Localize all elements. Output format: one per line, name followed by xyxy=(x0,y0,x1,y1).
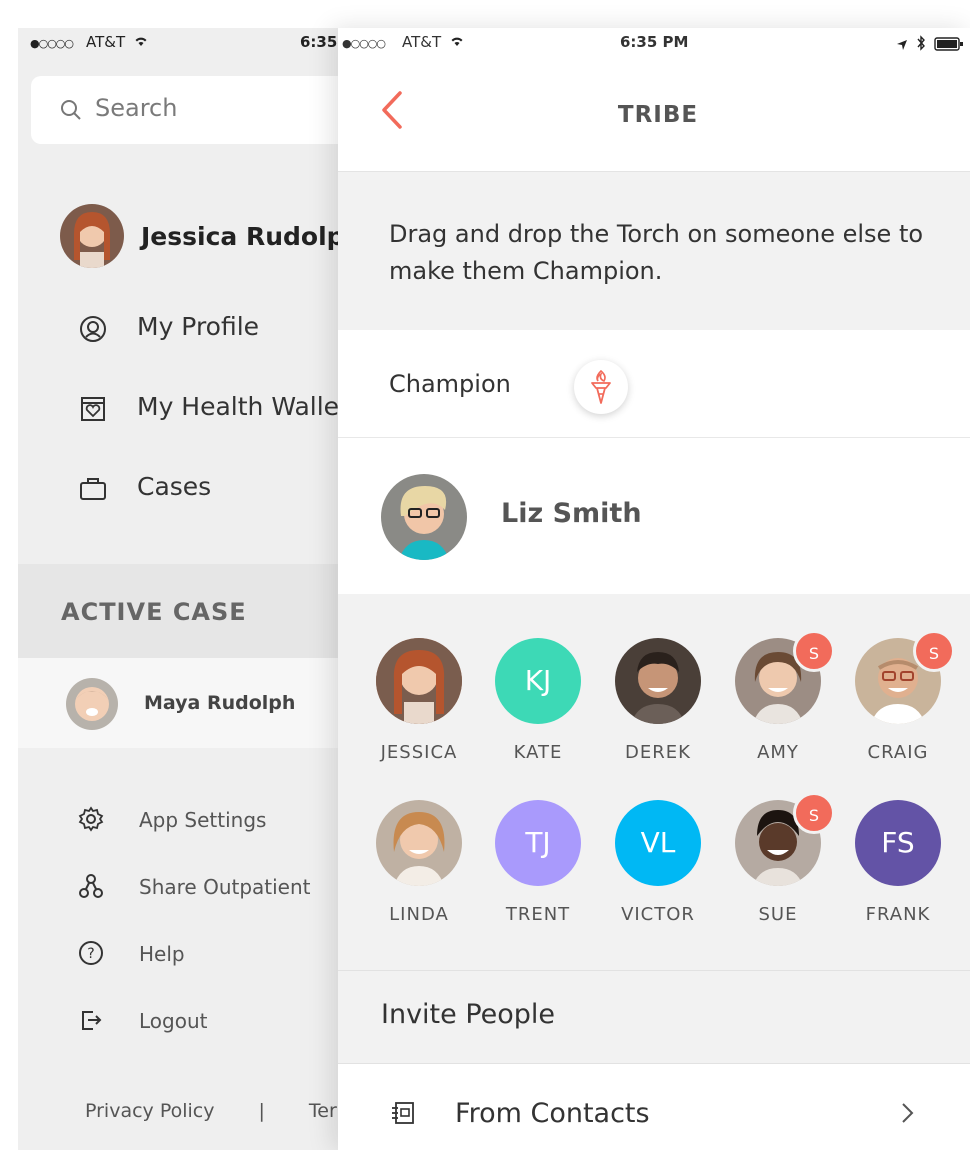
member-name: TRENT xyxy=(505,904,571,925)
user-circle-icon xyxy=(80,316,106,342)
briefcase-icon xyxy=(80,478,106,500)
member-name: DEREK xyxy=(625,742,691,763)
gear-icon xyxy=(78,806,104,832)
torch-handle[interactable] xyxy=(574,360,628,414)
menu-item-my-profile[interactable]: My Profile xyxy=(18,308,348,348)
member-linda[interactable]: LINDA xyxy=(364,800,474,940)
location-arrow-icon xyxy=(896,40,907,50)
avatar-initials: KJ xyxy=(495,638,581,724)
status-bar: ●○○○○ AT&T 6:35 PM xyxy=(338,28,970,60)
tribe-panel: ●○○○○ AT&T 6:35 PM TRIBE Drag and drop t… xyxy=(338,28,970,1150)
member-kate[interactable]: KJ KATE xyxy=(483,638,593,778)
page-title: TRIBE xyxy=(617,102,699,128)
menu-item-label: Cases xyxy=(137,472,212,501)
help-icon: ? xyxy=(79,941,103,965)
chevron-right-icon xyxy=(902,1103,914,1123)
member-name: LINDA xyxy=(389,904,449,925)
champion-header: Champion xyxy=(338,330,970,438)
torch-icon xyxy=(591,370,611,404)
member-derek[interactable]: DEREK xyxy=(603,638,713,778)
wallet-icon xyxy=(81,397,105,421)
avatar xyxy=(66,678,118,730)
logout-item[interactable]: Logout xyxy=(18,1001,348,1041)
avatar xyxy=(615,638,701,724)
member-name: KATE xyxy=(513,742,563,763)
status-bar: ●○○○○ AT&T 6:35 xyxy=(18,28,348,60)
member-name: AMY xyxy=(757,742,799,763)
menu-item-health-wallet[interactable]: My Health Wallet xyxy=(18,388,348,428)
sub-item-label: App Settings xyxy=(139,808,267,832)
invite-people-heading: Invite People xyxy=(338,970,970,1064)
wifi-icon xyxy=(135,37,147,46)
avatar xyxy=(381,474,467,560)
active-case-item[interactable]: Maya Rudolph xyxy=(18,658,348,748)
status-time: 6:35 PM xyxy=(620,33,689,51)
avatar xyxy=(376,638,462,724)
status-badge: S xyxy=(793,792,835,834)
member-sue[interactable]: S SUE xyxy=(723,792,835,940)
from-contacts-label: From Contacts xyxy=(455,1098,650,1129)
app-settings-item[interactable]: App Settings xyxy=(18,800,348,840)
bluetooth-icon xyxy=(917,35,925,51)
sub-item-label: Help xyxy=(139,942,185,966)
from-contacts-row[interactable]: From Contacts xyxy=(338,1064,970,1150)
wifi-icon xyxy=(451,37,463,46)
privacy-policy-link[interactable]: Privacy Policy xyxy=(85,1100,214,1122)
member-name: CRAIG xyxy=(867,742,929,763)
status-badge: S xyxy=(793,630,835,672)
logout-icon xyxy=(82,1011,102,1030)
champion-name: Liz Smith xyxy=(501,498,642,529)
champion-person[interactable]: Liz Smith xyxy=(338,438,970,594)
instructions-banner: Drag and drop the Torch on someone else … xyxy=(338,172,970,330)
status-time: 6:35 xyxy=(300,33,338,51)
member-frank[interactable]: FS FRANK xyxy=(843,800,953,940)
member-craig[interactable]: S CRAIG xyxy=(843,630,955,778)
search-icon xyxy=(61,100,81,120)
carrier-label: AT&T xyxy=(402,33,465,51)
member-name: FRANK xyxy=(865,904,931,925)
user-name[interactable]: Jessica Rudolph xyxy=(141,222,348,251)
user-section: Jessica Rudolph My Profile My Health Wal… xyxy=(18,160,348,560)
active-case-heading: ACTIVE CASE xyxy=(18,564,348,658)
side-drawer: ●○○○○ AT&T 6:35 Search Jessica Rudolph M… xyxy=(18,28,348,1150)
svg-text:?: ? xyxy=(87,946,94,962)
member-victor[interactable]: VL VICTOR xyxy=(603,800,713,940)
sub-item-label: Logout xyxy=(139,1009,208,1033)
menu-item-label: My Health Wallet xyxy=(137,392,348,421)
member-amy[interactable]: S AMY xyxy=(723,630,835,778)
avatar-initials: VL xyxy=(615,800,701,886)
member-jessica[interactable]: JESSICA xyxy=(364,638,474,778)
signal-strength: ●○○○○ xyxy=(30,37,74,50)
sub-item-label: Share Outpatient xyxy=(139,875,311,899)
member-name: SUE xyxy=(758,904,798,925)
avatar-initials: FS xyxy=(855,800,941,886)
status-right-icons xyxy=(896,35,964,55)
member-name: VICTOR xyxy=(621,904,695,925)
search-input[interactable]: Search xyxy=(31,76,348,144)
help-item[interactable]: ? Help xyxy=(18,934,348,974)
menu-item-label: My Profile xyxy=(137,312,260,341)
avatar xyxy=(376,800,462,886)
carrier-label: AT&T xyxy=(86,33,149,51)
contacts-icon xyxy=(392,1102,414,1124)
avatar[interactable] xyxy=(60,204,124,268)
signal-strength: ●○○○○ xyxy=(342,37,386,50)
member-name: JESSICA xyxy=(380,742,458,763)
share-outpatient-item[interactable]: Share Outpatient xyxy=(18,867,348,907)
case-name: Maya Rudolph xyxy=(144,692,296,714)
nav-bar: TRIBE xyxy=(338,60,970,172)
footer-links: Privacy Policy|Terms xyxy=(85,1100,348,1122)
search-placeholder: Search xyxy=(95,94,178,122)
menu-item-cases[interactable]: Cases xyxy=(18,468,348,508)
instructions-text: Drag and drop the Torch on someone else … xyxy=(389,220,924,285)
share-nodes-icon xyxy=(79,874,103,898)
member-trent[interactable]: TJ TRENT xyxy=(483,800,593,940)
avatar-initials: TJ xyxy=(495,800,581,886)
status-badge: S xyxy=(913,630,955,672)
champion-label: Champion xyxy=(389,370,511,398)
tribe-members-grid: JESSICA KJ KATE DEREK S AMY S CRAIG LIND… xyxy=(338,594,970,970)
battery-icon xyxy=(934,37,963,51)
footer-separator: | xyxy=(258,1100,265,1122)
